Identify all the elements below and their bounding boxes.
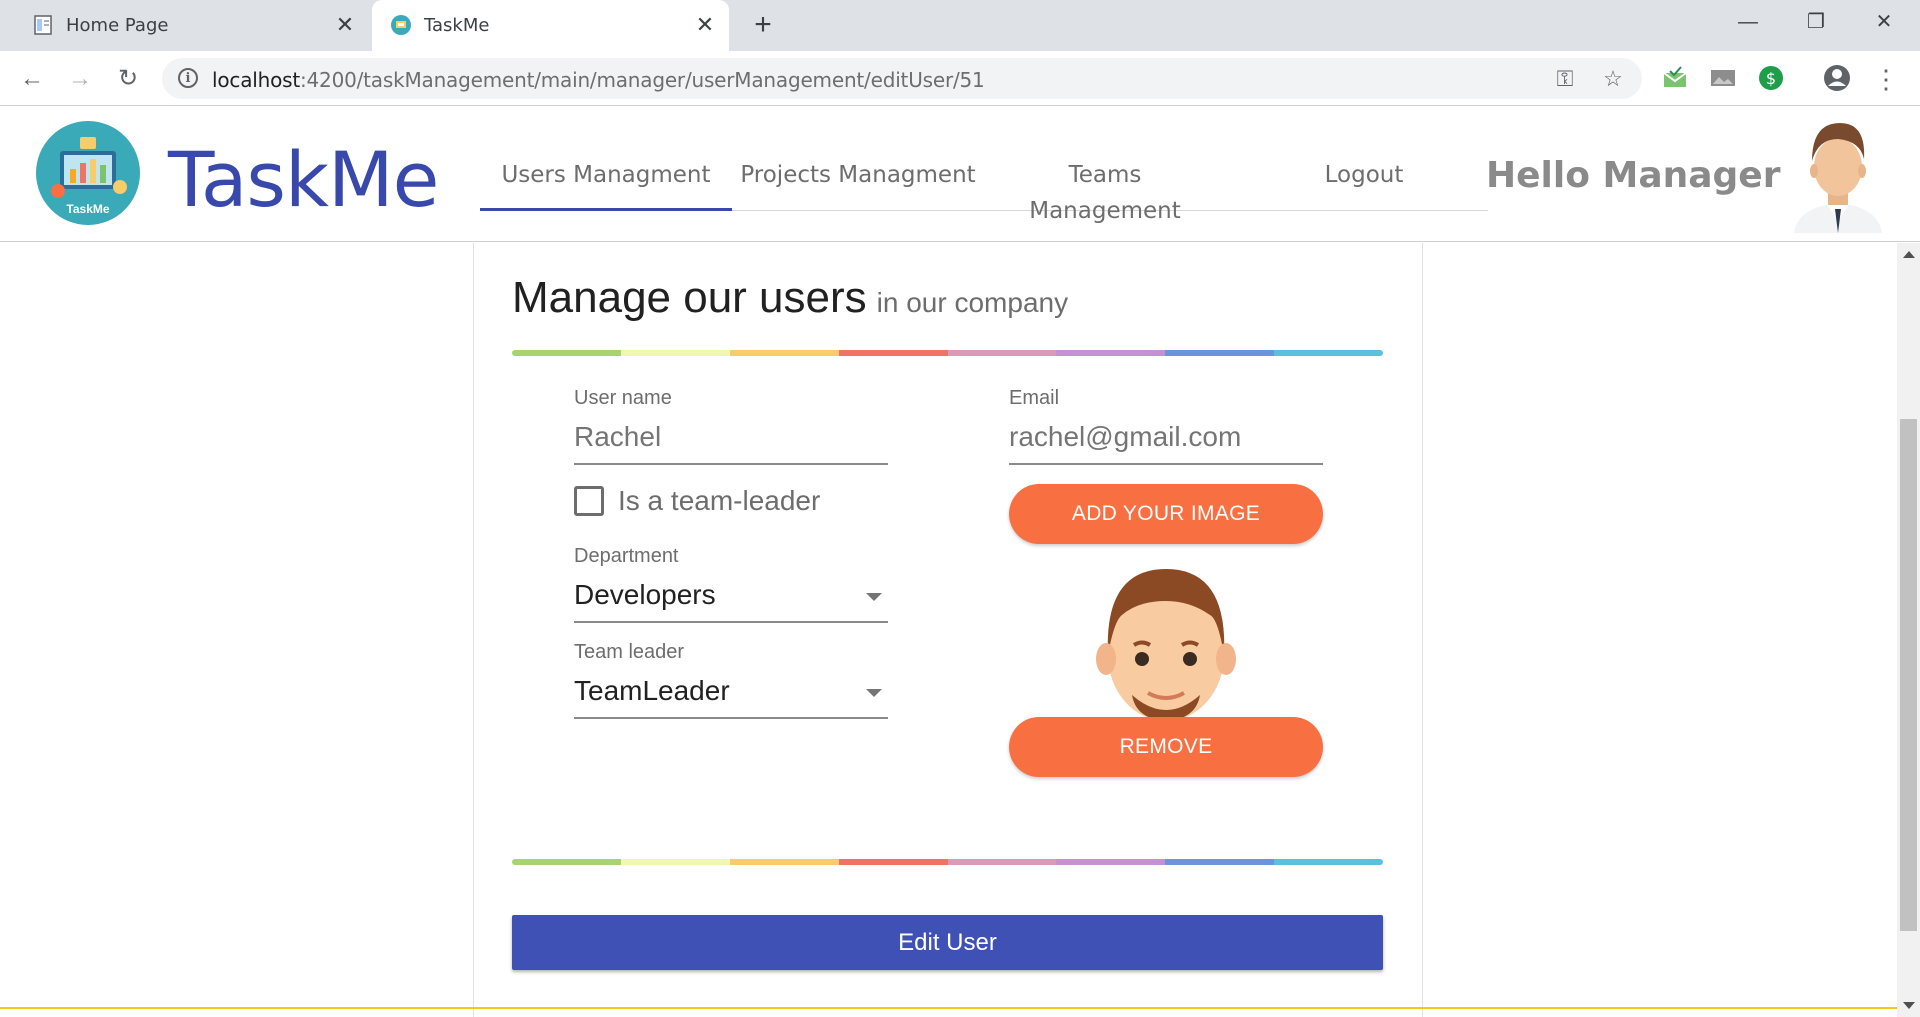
restore-icon[interactable]: ❐ bbox=[1796, 6, 1836, 38]
team-leader-checkbox-label[interactable]: Is a team-leader bbox=[618, 485, 820, 517]
taskme-favicon-icon bbox=[391, 15, 411, 35]
department-underline bbox=[574, 621, 888, 623]
nav-logout[interactable]: Logout bbox=[1314, 157, 1414, 211]
info-icon[interactable]: i bbox=[178, 68, 198, 88]
edit-user-button[interactable]: Edit User bbox=[512, 915, 1383, 970]
new-tab-icon[interactable]: + bbox=[748, 10, 778, 40]
footer-divider bbox=[0, 1007, 1897, 1009]
tab-taskme[interactable]: TaskMe ✕ bbox=[372, 0, 729, 51]
team-leader-label: Team leader bbox=[574, 641, 685, 663]
email-input[interactable]: rachel@gmail.com bbox=[1009, 413, 1323, 453]
scroll-thumb[interactable] bbox=[1900, 419, 1917, 931]
department-select[interactable]: Department Developers bbox=[574, 545, 888, 623]
tab-title: TaskMe bbox=[424, 15, 490, 36]
reload-icon[interactable]: ↻ bbox=[112, 63, 144, 95]
svg-text:$: $ bbox=[1766, 69, 1776, 88]
rainbow-divider-top bbox=[512, 350, 1383, 356]
address-bar: ← → ↻ i localhost:4200/taskManagement/ma… bbox=[0, 51, 1920, 106]
rainbow-divider-bottom bbox=[512, 859, 1383, 865]
add-image-button[interactable]: ADD YOUR IMAGE bbox=[1009, 484, 1323, 544]
title-text: Manage our users bbox=[512, 273, 867, 322]
key-icon[interactable]: ⚿ bbox=[1552, 66, 1578, 92]
extension-dollar-icon[interactable]: $ bbox=[1756, 63, 1786, 93]
email-field[interactable]: Email rachel@gmail.com bbox=[1009, 387, 1323, 465]
url-text[interactable]: localhost:4200/taskManagement/main/manag… bbox=[212, 68, 985, 92]
account-icon[interactable] bbox=[1822, 63, 1852, 93]
page-scrollbar[interactable] bbox=[1897, 243, 1920, 1017]
username-input[interactable]: Rachel bbox=[574, 413, 888, 453]
team-leader-checkbox[interactable] bbox=[574, 486, 604, 516]
department-value[interactable]: Developers bbox=[574, 571, 888, 611]
team-leader-select[interactable]: Team leader TeamLeader bbox=[574, 641, 888, 719]
edit-user-card: Manage our users in our company User name… bbox=[473, 243, 1423, 1017]
app-header: TaskMe TaskMe Users Managment Projects M… bbox=[0, 107, 1920, 242]
url-host: localhost bbox=[212, 68, 300, 92]
page-icon bbox=[34, 15, 52, 35]
nav-projects-management[interactable]: Projects Managment bbox=[738, 157, 978, 211]
star-icon[interactable]: ☆ bbox=[1600, 66, 1626, 92]
taskme-logo: TaskMe bbox=[36, 121, 140, 225]
email-underline bbox=[1009, 463, 1323, 465]
username-underline bbox=[574, 463, 888, 465]
tab-title: Home Page bbox=[66, 15, 169, 36]
forward-arrow-icon[interactable]: → bbox=[64, 63, 96, 95]
team-leader-checkbox-row[interactable]: Is a team-leader bbox=[574, 485, 820, 517]
close-icon[interactable]: ✕ bbox=[693, 13, 717, 37]
greeting: Hello Manager bbox=[1486, 155, 1781, 196]
dropdown-arrow-icon[interactable] bbox=[866, 593, 882, 601]
scroll-up-icon[interactable] bbox=[1903, 251, 1915, 258]
scroll-down-icon[interactable] bbox=[1903, 1002, 1915, 1009]
remove-image-button[interactable]: REMOVE bbox=[1009, 717, 1323, 777]
menu-dots-icon[interactable]: ⋮ bbox=[1870, 63, 1902, 95]
username-field[interactable]: User name Rachel bbox=[574, 387, 888, 465]
tab-home-page[interactable]: Home Page ✕ bbox=[14, 0, 369, 51]
team-leader-value[interactable]: TeamLeader bbox=[574, 667, 888, 707]
url-path: :4200/taskManagement/main/manager/userMa… bbox=[299, 68, 985, 92]
extension-mail-icon[interactable] bbox=[1660, 63, 1690, 93]
logo-text: TaskMe bbox=[66, 202, 109, 216]
minimize-icon[interactable]: — bbox=[1728, 6, 1768, 38]
brand-title: TaskMe bbox=[168, 135, 439, 224]
browser-tab-bar: Home Page ✕ TaskMe ✕ + — ❐ ✕ bbox=[0, 0, 1920, 51]
username-label: User name bbox=[574, 387, 672, 409]
main-nav: Users Managment Projects Managment Teams… bbox=[480, 157, 1488, 224]
url-field[interactable]: i localhost:4200/taskManagement/main/man… bbox=[162, 58, 1642, 99]
extension-image-icon[interactable] bbox=[1708, 63, 1738, 93]
page-title: Manage our users in our company bbox=[512, 273, 1068, 323]
window-close-icon[interactable]: ✕ bbox=[1864, 6, 1904, 38]
team-leader-underline bbox=[574, 717, 888, 719]
email-label: Email bbox=[1009, 387, 1060, 409]
department-label: Department bbox=[574, 545, 679, 567]
nav-users-management[interactable]: Users Managment bbox=[480, 157, 732, 211]
close-icon[interactable]: ✕ bbox=[333, 13, 357, 37]
back-arrow-icon[interactable]: ← bbox=[16, 63, 48, 95]
nav-teams-management[interactable]: Teams Management bbox=[990, 157, 1220, 224]
manager-avatar bbox=[1794, 123, 1882, 233]
subtitle-text: in our company bbox=[876, 287, 1069, 318]
dropdown-arrow-icon[interactable] bbox=[866, 689, 882, 697]
